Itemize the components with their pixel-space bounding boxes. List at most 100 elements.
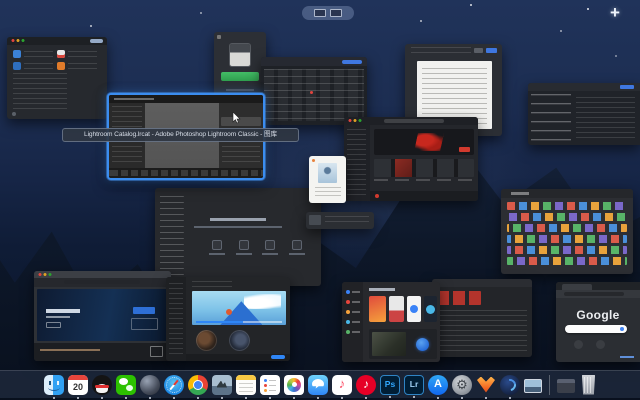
video-heading-lines: [192, 281, 232, 289]
action-caption: [262, 253, 278, 255]
spaces-indicator[interactable]: [302, 6, 354, 20]
movie-title-line: [46, 309, 80, 313]
window-white-card[interactable]: [309, 156, 346, 203]
list-rows: [437, 310, 527, 352]
window-installer-dialog[interactable]: [214, 32, 266, 96]
sidebar-items: [169, 283, 183, 355]
sidebar-label-line: [352, 291, 360, 293]
quick-action: [234, 240, 254, 266]
window-table-list[interactable]: [261, 57, 367, 125]
dock-messages[interactable]: [308, 375, 328, 395]
window-movie-site[interactable]: [34, 271, 171, 361]
red-calligraphy-art: [414, 133, 444, 151]
list-item: [57, 50, 97, 60]
window-chrome-google[interactable]: Google: [556, 282, 640, 362]
dock-calendar[interactable]: 20: [68, 375, 88, 395]
dock-safari[interactable]: [164, 375, 184, 395]
window-video-site[interactable]: [166, 277, 290, 361]
window-titlebar: [109, 95, 263, 103]
icon-row: [507, 224, 627, 232]
running-indicator: [485, 397, 487, 399]
titlebar-text-line: [114, 98, 154, 100]
desktop-preview-icon: [330, 9, 342, 17]
sidebar: [342, 282, 363, 362]
window-app-store[interactable]: [342, 282, 440, 362]
player-red-dot: [375, 194, 379, 198]
dock-finder[interactable]: [44, 375, 64, 395]
dock-app-store[interactable]: [428, 375, 448, 395]
item-text-lines: [24, 63, 53, 70]
photoshop-label: Ps: [381, 379, 399, 389]
sidebar: [166, 277, 186, 361]
dock: 20 Ps Lr: [0, 370, 640, 398]
sidebar: [344, 125, 370, 201]
add-desktop-button[interactable]: +: [604, 2, 626, 24]
card-orange-dot: [312, 159, 315, 162]
filmstrip: [109, 168, 263, 178]
dock-fox-app[interactable]: [476, 375, 496, 395]
page-footer: [34, 343, 171, 361]
running-indicator: [53, 397, 55, 399]
dock-reminders[interactable]: [260, 375, 280, 395]
document-text-lines: [422, 68, 487, 124]
dialog-header-text: [411, 47, 471, 57]
running-indicator: [293, 397, 295, 399]
action-caption: [209, 253, 225, 255]
sidebar-items: [347, 129, 366, 197]
window-mail-list[interactable]: [528, 83, 640, 145]
dock-dark-globe-app[interactable]: [140, 375, 160, 395]
dock-photoshop[interactable]: Ps: [380, 375, 400, 395]
blue-dot: [410, 305, 418, 313]
window-red-covers[interactable]: [432, 279, 532, 357]
dock-minimized-window[interactable]: [557, 379, 575, 393]
dock-system-preferences[interactable]: [452, 375, 472, 395]
list-item: [13, 50, 53, 60]
dock-screenshot-preview[interactable]: [524, 379, 542, 393]
row-thumbnail: [309, 215, 321, 225]
dialog-confirm-button: [221, 72, 259, 81]
window-music-app[interactable]: [344, 117, 478, 201]
welcome-subtitle: [194, 226, 282, 228]
window-mini-list[interactable]: [306, 212, 374, 229]
album-captions: [374, 179, 474, 185]
movie-hero-image: [37, 289, 168, 341]
blue-app-icon: [13, 62, 21, 70]
google-logo: Google: [556, 308, 640, 322]
dock-trash[interactable]: [581, 375, 596, 395]
window-apps-grid[interactable]: [501, 189, 633, 274]
table-rows: [264, 69, 364, 121]
movie-subtitle-line: [46, 316, 70, 318]
dock-netease-music[interactable]: [356, 375, 376, 395]
traffic-light-buttons: [348, 119, 362, 122]
lightroom-label: Lr: [405, 379, 423, 389]
footer-icon-box: [150, 346, 163, 357]
list-item: [57, 62, 97, 72]
dock-lightroom[interactable]: Lr: [404, 375, 424, 395]
dock-photos[interactable]: [284, 375, 304, 395]
dock-notes[interactable]: [236, 375, 256, 395]
action-icon: [292, 240, 302, 250]
item-text-lines: [68, 63, 97, 70]
dock-preview-photo[interactable]: [212, 375, 232, 395]
sidebar-label-line: [352, 311, 360, 313]
window-file-manager[interactable]: [7, 37, 107, 119]
running-indicator: [365, 397, 367, 399]
running-indicator: [77, 397, 79, 399]
outline-button: [46, 322, 61, 328]
dock-apple-music[interactable]: [332, 375, 352, 395]
action-caption: [289, 253, 305, 255]
dock-qq[interactable]: [92, 375, 112, 395]
browser-titlebar: [34, 271, 171, 278]
secondary-button: [474, 48, 483, 53]
dock-blue-swirl-app[interactable]: [500, 375, 520, 395]
dock-wechat[interactable]: [116, 375, 136, 395]
dock-chrome[interactable]: [188, 375, 208, 395]
sidebar-icon: [346, 300, 350, 304]
highlighted-row: [221, 117, 261, 126]
lower-panel: [369, 329, 437, 359]
wallpaper-stars: [90, 25, 92, 27]
sidebar-icon: [346, 320, 350, 324]
window-titlebar: [432, 279, 532, 287]
footer-link-line: [620, 356, 634, 358]
window-welcome-screen[interactable]: [155, 188, 321, 286]
